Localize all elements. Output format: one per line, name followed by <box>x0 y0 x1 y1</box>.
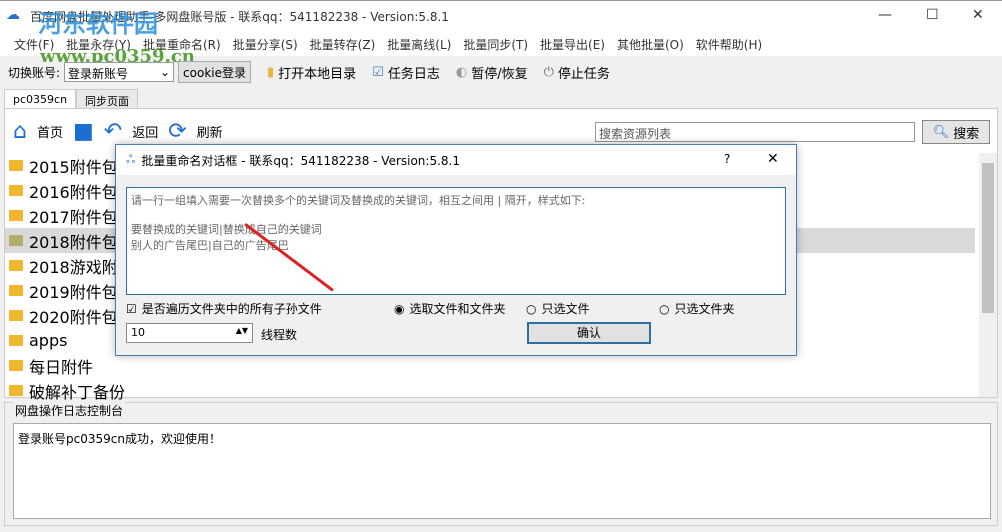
file-name: 2019附件包 <box>29 282 118 302</box>
menu-batch-transfer[interactable]: 批量转存(Z) <box>304 30 382 56</box>
menu-other[interactable]: 其他批量(O) <box>611 30 690 56</box>
log-text: 登录账号pc0359cn成功，欢迎使用！ <box>13 423 991 519</box>
dialog-close-button[interactable]: ✕ <box>767 151 779 167</box>
cookie-login-button[interactable]: cookie登录 <box>178 61 251 83</box>
list-item[interactable]: 每日附件 <box>5 353 975 378</box>
menu-help[interactable]: 软件帮助(H) <box>690 30 768 56</box>
batch-rename-dialog: ஃ 批量重命名对话框 - 联系qq：541182238 - Version:5.… <box>115 144 797 356</box>
nav-bar: ⌂ 首页 ■ ↶ 返回 ⟳ 刷新 <box>13 119 223 144</box>
menu-batch-offline[interactable]: 批量离线(L) <box>381 30 457 56</box>
account-select[interactable]: 登录新账号 ⌄ <box>64 62 175 82</box>
minimize-button[interactable]: — <box>878 7 892 23</box>
home-button[interactable]: 首页 <box>37 122 63 141</box>
folder-icon <box>9 235 23 246</box>
menu-batch-sync[interactable]: 批量同步(T) <box>457 30 534 56</box>
threads-stepper[interactable]: 10 ▲▼ <box>126 323 253 343</box>
file-name: 2017附件包 <box>29 207 118 227</box>
file-name: 2018附件包 <box>29 232 118 252</box>
file-name: apps <box>29 331 68 350</box>
recursive-checkbox[interactable]: ☑ 是否遍历文件夹中的所有子孙文件 <box>126 300 322 317</box>
list-item[interactable]: 破解补丁备份 <box>5 378 975 403</box>
radio-icon: ○ <box>659 301 670 316</box>
file-name: 2016附件包 <box>29 182 118 202</box>
dialog-titlebar: ஃ 批量重命名对话框 - 联系qq：541182238 - Version:5.… <box>116 145 796 175</box>
folder-icon <box>9 335 23 346</box>
folder-icon <box>9 285 23 296</box>
stop-task-button[interactable]: ⏻ 停止任务 <box>544 63 610 82</box>
stop-icon: ⏻ <box>543 64 554 80</box>
home-icon[interactable]: ⌂ <box>13 119 27 144</box>
folder-icon <box>9 160 23 171</box>
pause-resume-button[interactable]: ◐ 暂停/恢复 <box>456 63 528 82</box>
threads-value: 10 <box>131 326 145 339</box>
watermark-logo: 河东软件园 <box>38 9 158 38</box>
app-icon: ☁ <box>6 7 20 23</box>
switch-account-label: 切换账号: <box>8 65 61 80</box>
stop-label: 停止任务 <box>557 66 610 82</box>
menu-batch-share[interactable]: 批量分享(S) <box>227 30 304 56</box>
radio-icon: ○ <box>526 301 537 316</box>
menu-batch-export[interactable]: 批量导出(E) <box>534 30 611 56</box>
folder-icon <box>9 310 23 321</box>
search-input[interactable]: 搜索资源列表 <box>595 122 915 142</box>
folder-icon <box>9 210 23 221</box>
open-dir-label: 打开本地目录 <box>278 66 357 82</box>
radio-label: 只选文件 <box>541 302 590 316</box>
dialog-title: 批量重命名对话框 - 联系qq：541182238 - Version:5.8.… <box>141 153 460 168</box>
log-console: 网盘操作日志控制台 登录账号pc0359cn成功，欢迎使用！ <box>4 402 998 526</box>
confirm-button[interactable]: 确认 <box>527 322 651 344</box>
search-icon: 🔍︎ <box>932 124 950 140</box>
file-name: 2015附件包 <box>29 157 118 177</box>
radio-files-and-folders[interactable]: ◉ 选取文件和文件夹 <box>394 300 506 317</box>
dialog-icon: ஃ <box>126 152 136 166</box>
back-button[interactable]: 返回 <box>132 122 158 141</box>
pause-icon: ◐ <box>455 64 468 80</box>
radio-selected-icon: ◉ <box>394 301 405 316</box>
toolbar: 切换账号: 登录新账号 ⌄ cookie登录 ▮ 打开本地目录 ☑ 任务日志 ◐ 暂停/… <box>0 57 1002 87</box>
pause-label: 暂停/恢复 <box>471 66 528 82</box>
task-log-button[interactable]: ☑ 任务日志 <box>372 63 440 82</box>
folder-icon <box>9 185 23 196</box>
radio-label: 只选文件夹 <box>674 302 735 316</box>
file-name: 每日附件 <box>29 357 94 377</box>
refresh-button[interactable]: 刷新 <box>197 122 223 141</box>
chevron-down-icon: ⌄ <box>159 65 171 79</box>
radio-folders-only[interactable]: ○ 只选文件夹 <box>659 300 735 317</box>
help-button[interactable]: ? <box>724 152 730 166</box>
file-name: 2020附件包 <box>29 307 118 327</box>
search-button[interactable]: 🔍︎ 搜索 <box>922 120 990 144</box>
folder-icon <box>9 260 23 271</box>
folder-icon[interactable]: ■ <box>73 119 94 144</box>
threads-label: 线程数 <box>261 328 298 342</box>
folder-icon <box>9 385 23 396</box>
checkbox-checked-icon: ☑ <box>126 301 137 316</box>
search-label: 搜索 <box>953 126 980 142</box>
maximize-button[interactable]: ☐ <box>926 7 939 23</box>
spinner-arrows-icon[interactable]: ▲▼ <box>236 326 248 335</box>
radio-files-only[interactable]: ○ 只选文件 <box>526 300 590 317</box>
refresh-icon[interactable]: ⟳ <box>168 119 186 144</box>
back-arrow-icon[interactable]: ↶ <box>104 119 122 144</box>
log-title: 网盘操作日志控制台 <box>13 402 126 419</box>
folder-icon: ▮ <box>267 64 275 80</box>
close-button[interactable]: ✕ <box>972 7 984 23</box>
checklist-icon: ☑ <box>372 64 384 80</box>
vertical-scrollbar[interactable] <box>979 153 997 397</box>
account-value: 登录新账号 <box>68 67 129 81</box>
recursive-label: 是否遍历文件夹中的所有子孙文件 <box>141 302 322 316</box>
folder-icon <box>9 360 23 371</box>
radio-label: 选取文件和文件夹 <box>409 302 506 316</box>
file-name: 破解补丁备份 <box>29 382 126 402</box>
open-dir-button[interactable]: ▮ 打开本地目录 <box>267 63 356 82</box>
rename-rules-textarea[interactable] <box>126 187 786 295</box>
task-log-label: 任务日志 <box>387 66 440 82</box>
scrollbar-thumb[interactable] <box>982 163 994 313</box>
